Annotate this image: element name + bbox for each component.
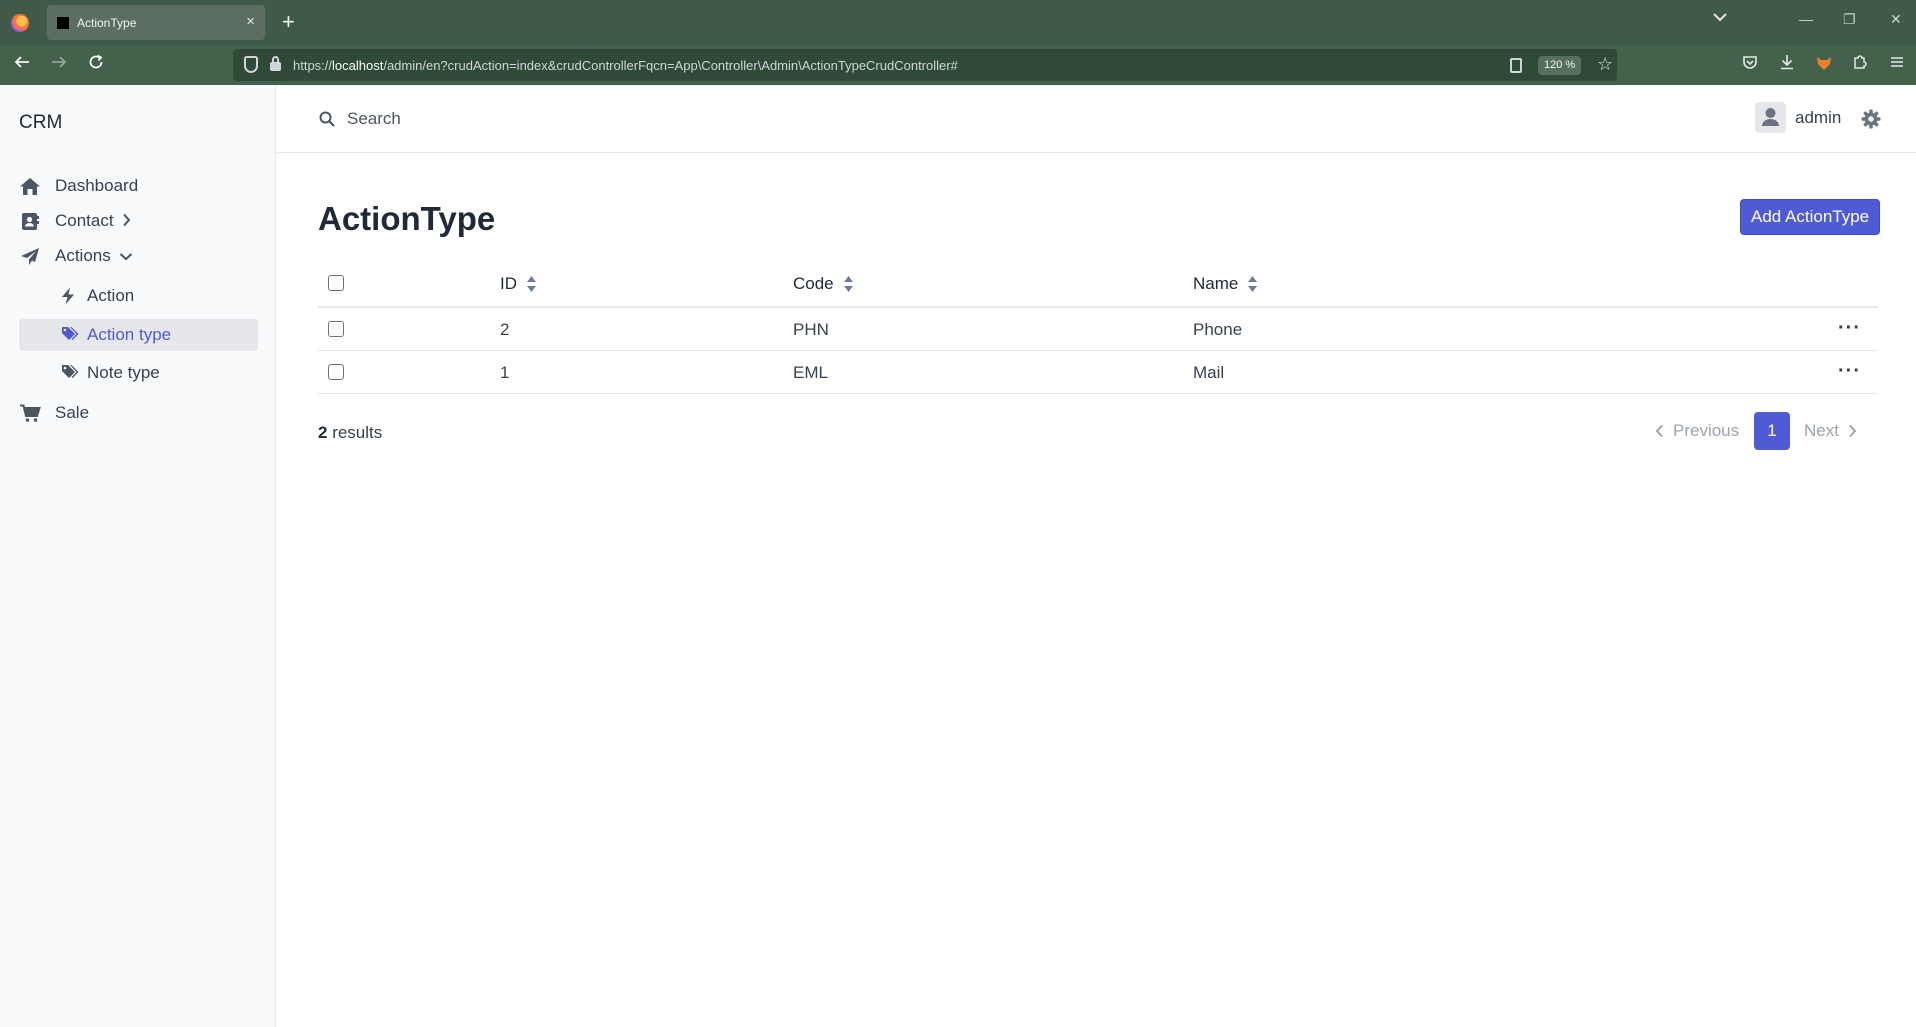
table-row: 1 EML Mail ··· bbox=[318, 351, 1878, 394]
firefox-logo-icon bbox=[11, 13, 29, 32]
user-icon bbox=[1762, 108, 1779, 126]
sort-icon bbox=[1248, 276, 1258, 292]
home-icon bbox=[19, 176, 41, 196]
row-checkbox[interactable] bbox=[328, 321, 344, 337]
reader-view-icon[interactable] bbox=[1510, 58, 1522, 73]
cell-id: 1 bbox=[500, 363, 510, 382]
extensions-puzzle-icon[interactable] bbox=[1852, 54, 1868, 76]
cell-name: Mail bbox=[1193, 363, 1225, 382]
url-path: /admin/en?crudAction=index&crudControlle… bbox=[383, 58, 958, 73]
search-icon bbox=[319, 111, 335, 127]
tab-list-chevron-icon[interactable] bbox=[1713, 9, 1727, 27]
column-header-id[interactable]: ID bbox=[500, 274, 537, 294]
pagination-next[interactable]: Next bbox=[1804, 412, 1857, 450]
sidebar-item-contact[interactable]: Contact bbox=[19, 204, 131, 238]
chevron-right-icon bbox=[122, 213, 131, 230]
cell-name: Phone bbox=[1193, 320, 1243, 339]
username[interactable]: admin bbox=[1795, 108, 1841, 128]
results-label: results bbox=[327, 423, 383, 442]
sidebar-item-actions[interactable]: Actions bbox=[19, 239, 133, 273]
cell-id: 2 bbox=[500, 320, 510, 339]
reload-icon[interactable] bbox=[88, 54, 104, 75]
table-header: ID Code Name bbox=[318, 263, 1878, 308]
window-close-icon[interactable]: ✕ bbox=[1890, 11, 1902, 28]
browser-tab-bar: ActionType × + — ❐ ✕ bbox=[0, 0, 1916, 45]
add-actiontype-button[interactable]: Add ActionType bbox=[1740, 199, 1881, 235]
results-count: 2 results bbox=[318, 423, 382, 443]
column-header-code[interactable]: Code bbox=[793, 274, 854, 294]
cell-code: EML bbox=[793, 363, 828, 382]
sort-icon bbox=[527, 276, 536, 292]
pagination-previous[interactable]: Previous bbox=[1655, 412, 1739, 450]
tags-icon bbox=[61, 326, 79, 344]
sidebar-subitem-label: Note type bbox=[87, 363, 160, 382]
data-table: ID Code Name 2 PHN Phone ··· 1 EML Mail … bbox=[318, 263, 1878, 394]
search-input[interactable] bbox=[347, 104, 847, 134]
url-text[interactable]: https://localhost/admin/en?crudAction=in… bbox=[293, 58, 958, 73]
sidebar-subitem-note-type[interactable]: Note type bbox=[19, 357, 258, 389]
row-actions-ellipsis-icon[interactable]: ··· bbox=[1838, 361, 1861, 381]
sidebar: CRM Dashboard Contact Actions Action Act… bbox=[0, 85, 276, 1027]
page-title: ActionType bbox=[318, 200, 496, 237]
sidebar-subitem-label: Action type bbox=[87, 325, 172, 344]
new-tab-icon[interactable]: + bbox=[282, 10, 295, 34]
sidebar-subitem-label: Action bbox=[87, 286, 135, 305]
sort-icon bbox=[843, 276, 853, 292]
row-actions-ellipsis-icon[interactable]: ··· bbox=[1838, 318, 1861, 338]
bolt-icon bbox=[61, 287, 79, 305]
chevron-left-icon bbox=[1655, 424, 1663, 438]
shopping-cart-icon bbox=[19, 403, 41, 423]
close-tab-icon[interactable]: × bbox=[246, 13, 255, 30]
pocket-icon[interactable] bbox=[1742, 54, 1758, 76]
tab-title: ActionType bbox=[77, 15, 137, 30]
cell-code: PHN bbox=[793, 320, 829, 339]
sidebar-item-label: Dashboard bbox=[55, 176, 139, 195]
sidebar-item-label: Actions bbox=[55, 246, 111, 265]
sidebar-item-label: Contact bbox=[55, 211, 114, 230]
download-icon[interactable] bbox=[1779, 54, 1795, 76]
hamburger-menu-icon[interactable] bbox=[1889, 54, 1905, 76]
avatar[interactable] bbox=[1755, 102, 1786, 133]
browser-tab[interactable]: ActionType × bbox=[47, 5, 265, 40]
row-checkbox[interactable] bbox=[328, 364, 344, 380]
sidebar-item-label: Sale bbox=[55, 403, 90, 422]
column-header-name[interactable]: Name bbox=[1193, 274, 1258, 294]
chevron-down-icon bbox=[119, 248, 133, 264]
sidebar-subitem-action[interactable]: Action bbox=[19, 280, 258, 312]
zoom-level[interactable]: 120 % bbox=[1538, 56, 1582, 75]
address-bar[interactable]: https://localhost/admin/en?crudAction=in… bbox=[233, 49, 1617, 81]
minimize-icon[interactable]: — bbox=[1799, 11, 1813, 27]
browser-navigation-bar: https://localhost/admin/en?crudAction=in… bbox=[0, 45, 1916, 85]
tags-icon bbox=[61, 364, 79, 382]
bookmark-star-icon[interactable]: ☆ bbox=[1597, 54, 1613, 75]
sidebar-subitem-action-type[interactable]: Action type bbox=[19, 319, 258, 351]
brand-name[interactable]: CRM bbox=[19, 112, 62, 134]
sidebar-item-dashboard[interactable]: Dashboard bbox=[19, 169, 138, 203]
chevron-right-icon bbox=[1849, 424, 1857, 438]
url-host: localhost bbox=[332, 58, 384, 73]
select-all-checkbox[interactable] bbox=[328, 275, 344, 291]
table-row: 2 PHN Phone ··· bbox=[318, 308, 1878, 351]
sidebar-item-sale[interactable]: Sale bbox=[19, 396, 89, 430]
extension-fox-icon[interactable] bbox=[1815, 54, 1833, 78]
contact-card-icon bbox=[19, 211, 41, 231]
lock-icon[interactable] bbox=[270, 56, 281, 71]
paper-plane-icon bbox=[19, 246, 41, 266]
top-header: admin bbox=[277, 85, 1916, 153]
back-arrow-icon[interactable] bbox=[14, 54, 30, 75]
restore-icon[interactable]: ❐ bbox=[1843, 11, 1856, 28]
favicon-icon bbox=[57, 16, 69, 29]
forward-arrow-icon[interactable] bbox=[51, 54, 67, 75]
gear-icon[interactable] bbox=[1861, 109, 1881, 129]
tracking-shield-icon[interactable] bbox=[244, 56, 258, 73]
pagination-page-1[interactable]: 1 bbox=[1754, 412, 1790, 450]
